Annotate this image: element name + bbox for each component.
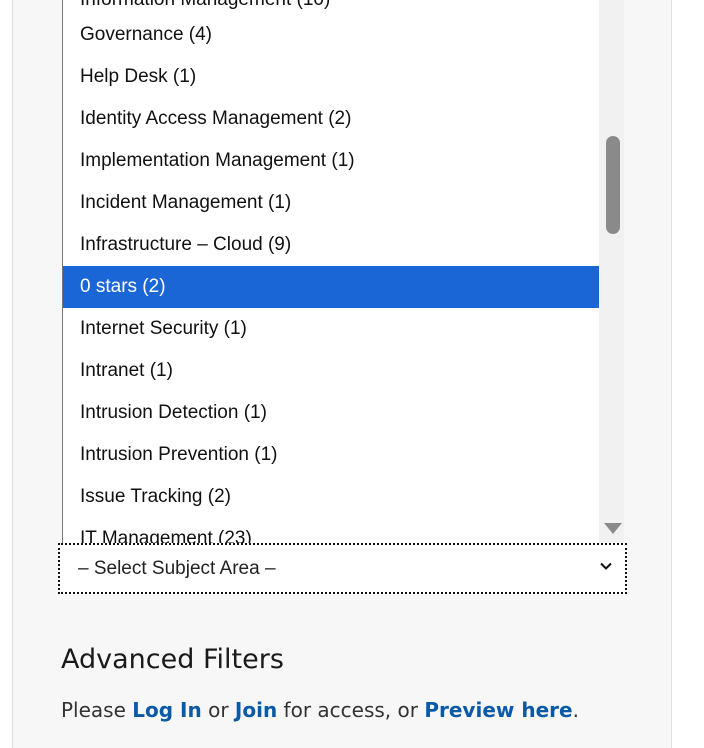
list-item[interactable]: Incident Management (1) <box>63 182 599 224</box>
list-item[interactable]: Intranet (1) <box>63 350 599 392</box>
list-item[interactable]: Intrusion Prevention (1) <box>63 434 599 476</box>
list-item[interactable]: Issue Tracking (2) <box>63 476 599 518</box>
list-item[interactable]: Identity Access Management (2) <box>63 98 599 140</box>
login-link[interactable]: Log In <box>132 698 201 722</box>
list-item-selected[interactable]: 0 stars (2) <box>63 266 599 308</box>
scrollbar-track[interactable] <box>599 0 624 543</box>
advanced-filters-heading: Advanced Filters <box>61 644 284 675</box>
list-item[interactable]: Implementation Management (1) <box>63 140 599 182</box>
scrollbar-thumb[interactable] <box>606 136 620 234</box>
list-item[interactable]: Infrastructure – Cloud (9) <box>63 224 599 266</box>
list-item[interactable]: Internet Security (1) <box>63 308 599 350</box>
chevron-down-icon <box>600 562 612 570</box>
list-item[interactable]: IT Management (23) <box>63 518 599 543</box>
list-item[interactable]: Governance (4) <box>63 14 599 56</box>
select-value: – Select Subject Area – <box>78 558 276 579</box>
scroll-down-arrow-icon[interactable] <box>604 523 622 534</box>
list-item[interactable]: Help Desk (1) <box>63 56 599 98</box>
subject-area-listbox[interactable]: Information Management (10) Governance (… <box>62 0 624 543</box>
subject-area-select[interactable]: – Select Subject Area – <box>58 543 627 594</box>
join-link[interactable]: Join <box>235 698 277 722</box>
preview-link[interactable]: Preview here <box>424 698 572 722</box>
list-item[interactable]: Intrusion Detection (1) <box>63 392 599 434</box>
advanced-filters-access-text: Please Log In or Join for access, or Pre… <box>61 698 579 722</box>
